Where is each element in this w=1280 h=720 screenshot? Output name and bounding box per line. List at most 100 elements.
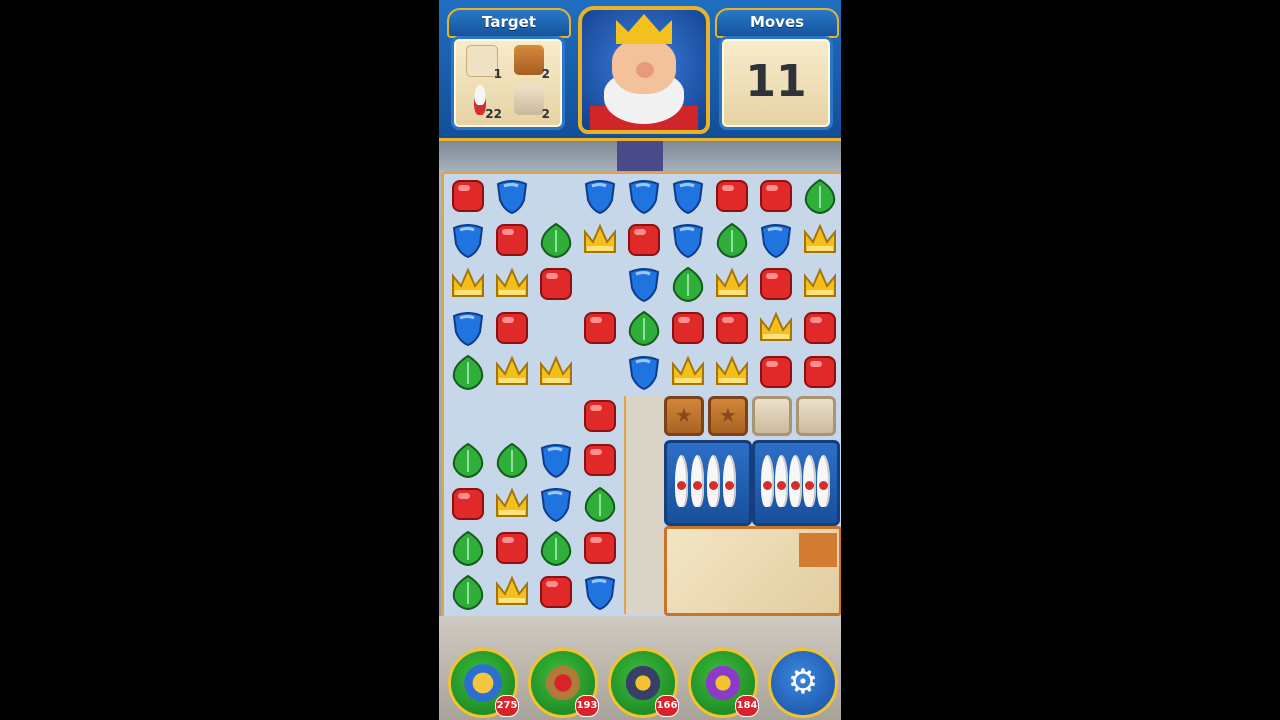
gem-blue[interactable]: [580, 176, 620, 216]
bowling-pin-icon: [723, 455, 736, 507]
moves-label: Moves: [715, 8, 839, 38]
target-label: Target: [447, 8, 571, 38]
gem-green[interactable]: [492, 440, 532, 480]
gem-blue[interactable]: [668, 176, 708, 216]
gem-red[interactable]: [580, 528, 620, 568]
gem-green[interactable]: [448, 528, 488, 568]
gem-blue[interactable]: [492, 176, 532, 216]
gem-green[interactable]: [580, 484, 620, 524]
gear-icon: ⚙: [787, 662, 819, 702]
gem-red[interactable]: [580, 440, 620, 480]
gem-red[interactable]: [712, 308, 752, 348]
gem-red[interactable]: [536, 264, 576, 304]
booster-arrow-button[interactable]: 193: [528, 648, 599, 718]
gem-yellow[interactable]: [448, 264, 488, 304]
game-board[interactable]: [441, 171, 841, 619]
stone-block[interactable]: [752, 396, 792, 436]
gem-green[interactable]: [800, 176, 840, 216]
stone-block-icon: [514, 85, 544, 115]
empty-lane: [624, 396, 664, 614]
gem-green[interactable]: [448, 572, 488, 612]
target-crate-count: 2: [541, 67, 550, 81]
bowling-pin-icon: [675, 455, 688, 507]
king-portrait: [578, 6, 710, 134]
booster-hammer-button[interactable]: 275: [448, 648, 519, 718]
gem-blue[interactable]: [448, 220, 488, 260]
gem-yellow[interactable]: [492, 264, 532, 304]
background-pillar: [617, 141, 663, 171]
gem-yellow[interactable]: [492, 572, 532, 612]
bowling-pin-icon: [803, 455, 816, 507]
gem-yellow[interactable]: [492, 484, 532, 524]
gem-red[interactable]: [448, 176, 488, 216]
gem-blue[interactable]: [580, 572, 620, 612]
gem-blue[interactable]: [624, 264, 664, 304]
gem-blue[interactable]: [756, 220, 796, 260]
target-pins: 22: [462, 83, 502, 121]
crown-icon: [616, 14, 672, 44]
wooden-crate[interactable]: [708, 396, 748, 436]
target-map-count: 1: [493, 67, 502, 81]
target-pins-count: 22: [485, 107, 502, 121]
gem-red[interactable]: [800, 352, 840, 392]
target-stone: 2: [510, 83, 550, 121]
gem-green[interactable]: [536, 528, 576, 568]
wooden-crate-icon: [514, 45, 544, 75]
gem-green[interactable]: [712, 220, 752, 260]
gem-red[interactable]: [580, 396, 620, 436]
bowling-pin-icon: [474, 85, 486, 115]
booster-jester-count: 184: [735, 695, 759, 717]
gem-green[interactable]: [448, 352, 488, 392]
target-panel: 1 2 22 2: [451, 36, 565, 130]
gem-yellow[interactable]: [536, 352, 576, 392]
gem-red[interactable]: [756, 352, 796, 392]
gem-yellow[interactable]: [668, 352, 708, 392]
settings-button[interactable]: ⚙: [768, 648, 838, 718]
gem-blue[interactable]: [448, 308, 488, 348]
booster-hammer-count: 275: [495, 695, 519, 717]
gem-red[interactable]: [492, 308, 532, 348]
bowling-pin-box[interactable]: [664, 440, 752, 526]
gem-red[interactable]: [756, 176, 796, 216]
gem-red[interactable]: [536, 572, 576, 612]
gem-red[interactable]: [668, 308, 708, 348]
bowling-pin-box[interactable]: [752, 440, 840, 526]
target-stone-count: 2: [541, 107, 550, 121]
gem-red[interactable]: [712, 176, 752, 216]
gem-blue[interactable]: [536, 484, 576, 524]
bowling-pin-icon: [817, 455, 830, 507]
gem-red[interactable]: [492, 220, 532, 260]
booster-cannon-button[interactable]: 166: [608, 648, 679, 718]
wooden-crate[interactable]: [664, 396, 704, 436]
gem-red[interactable]: [624, 220, 664, 260]
bowling-pin-icon: [761, 455, 774, 507]
target-crate: 2: [510, 43, 550, 81]
gem-yellow[interactable]: [756, 308, 796, 348]
gem-green[interactable]: [448, 440, 488, 480]
gem-yellow[interactable]: [800, 264, 840, 304]
gem-green[interactable]: [668, 264, 708, 304]
gem-blue[interactable]: [624, 352, 664, 392]
booster-jester-button[interactable]: 184: [688, 648, 759, 718]
gem-yellow[interactable]: [800, 220, 840, 260]
king-nose: [636, 62, 654, 78]
gem-yellow[interactable]: [712, 352, 752, 392]
map-corner-cover: [799, 533, 837, 567]
gem-yellow[interactable]: [712, 264, 752, 304]
gem-blue[interactable]: [668, 220, 708, 260]
gem-red[interactable]: [492, 528, 532, 568]
gem-red[interactable]: [580, 308, 620, 348]
gem-red[interactable]: [756, 264, 796, 304]
gem-yellow[interactable]: [580, 220, 620, 260]
gem-green[interactable]: [624, 308, 664, 348]
gem-red[interactable]: [800, 308, 840, 348]
gem-green[interactable]: [536, 220, 576, 260]
gem-blue[interactable]: [536, 440, 576, 480]
gem-red[interactable]: [448, 484, 488, 524]
bowling-pin-icon: [691, 455, 704, 507]
gem-yellow[interactable]: [492, 352, 532, 392]
moves-counter: 11: [745, 56, 807, 107]
gem-blue[interactable]: [624, 176, 664, 216]
bowling-pin-icon: [707, 455, 720, 507]
stone-block[interactable]: [796, 396, 836, 436]
